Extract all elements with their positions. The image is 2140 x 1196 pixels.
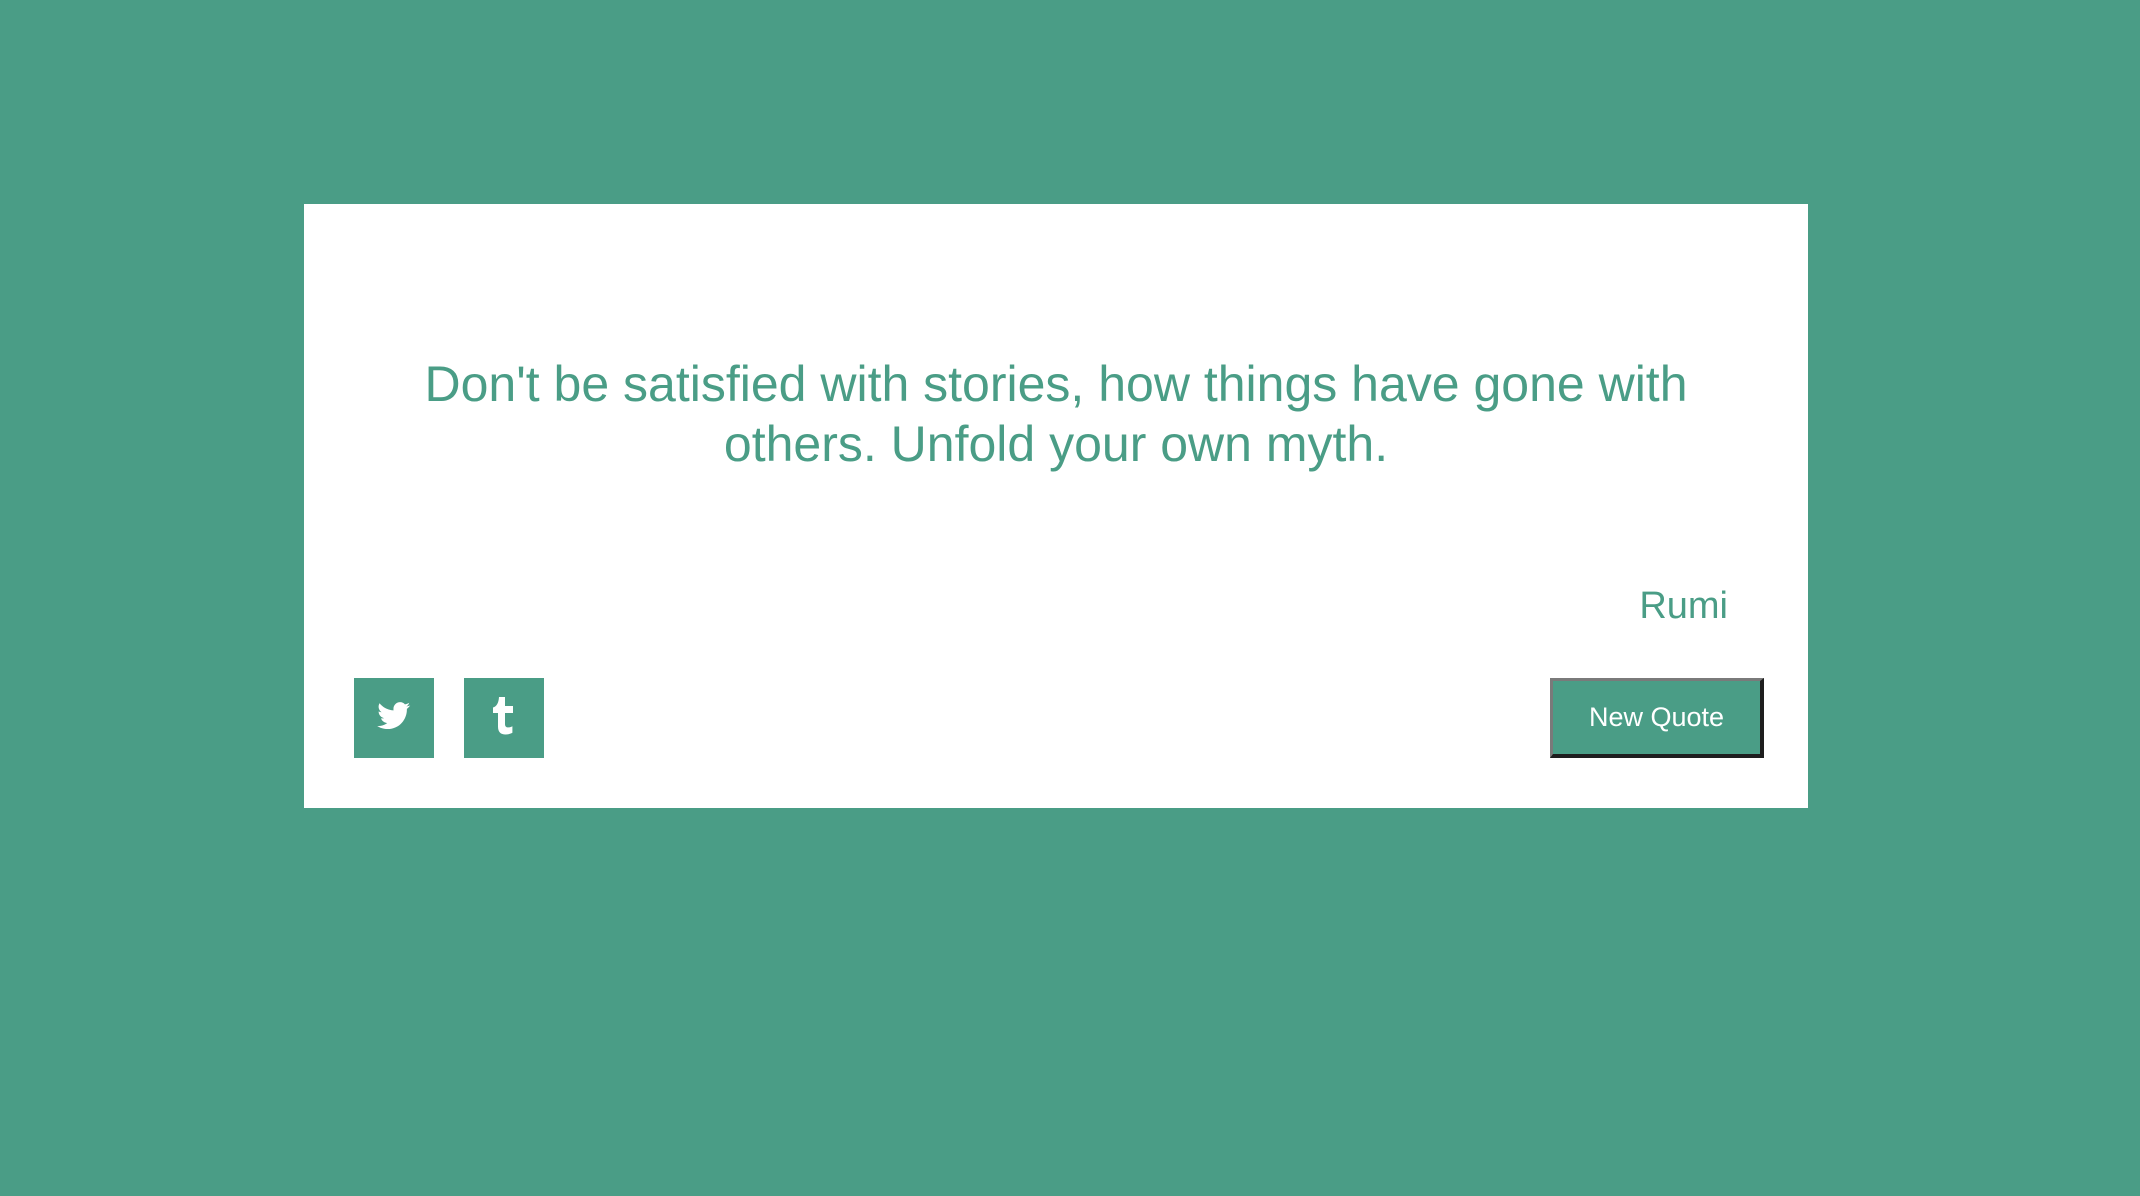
new-quote-button[interactable]: New Quote (1550, 678, 1764, 758)
tweet-quote-button[interactable] (354, 678, 434, 758)
quote-author: Rumi (1639, 585, 1728, 627)
tumblr-icon (493, 696, 515, 740)
tumblr-quote-button[interactable] (464, 678, 544, 758)
twitter-icon (377, 701, 411, 735)
quote-box: Don't be satisfied with stories, how thi… (304, 204, 1808, 808)
quote-text: Don't be satisfied with stories, how thi… (424, 356, 1688, 472)
